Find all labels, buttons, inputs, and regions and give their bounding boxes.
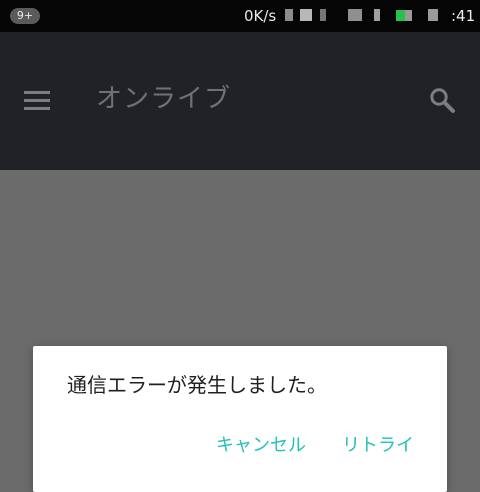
status-pixelated-icon (320, 9, 326, 21)
page-title: オンライブ (96, 84, 232, 114)
menu-line (24, 107, 50, 110)
cancel-button[interactable]: キャンセル (216, 434, 306, 458)
network-speed-text: 0K/s (244, 7, 277, 25)
menu-line (24, 91, 50, 94)
status-pixelated-icon (285, 9, 293, 21)
status-pixelated-icon (374, 9, 380, 21)
hamburger-menu-icon[interactable] (24, 91, 50, 111)
app-bar: オンライブ (0, 32, 480, 170)
battery-icon (396, 10, 412, 21)
status-pixelated-icon (428, 9, 438, 21)
status-pixelated-icon (348, 9, 362, 21)
error-message: 通信エラーが発生しました。 (67, 373, 327, 397)
status-pixelated-icon (300, 9, 312, 21)
notification-count-badge: 9+ (10, 8, 40, 24)
status-bar: 9+ 0K/s :41 (0, 0, 480, 32)
menu-line (24, 99, 50, 102)
error-dialog: 通信エラーが発生しました。 キャンセル リトライ (33, 346, 447, 492)
retry-button[interactable]: リトライ (342, 434, 414, 458)
search-icon[interactable] (428, 86, 456, 114)
status-time: :41 (451, 7, 476, 25)
